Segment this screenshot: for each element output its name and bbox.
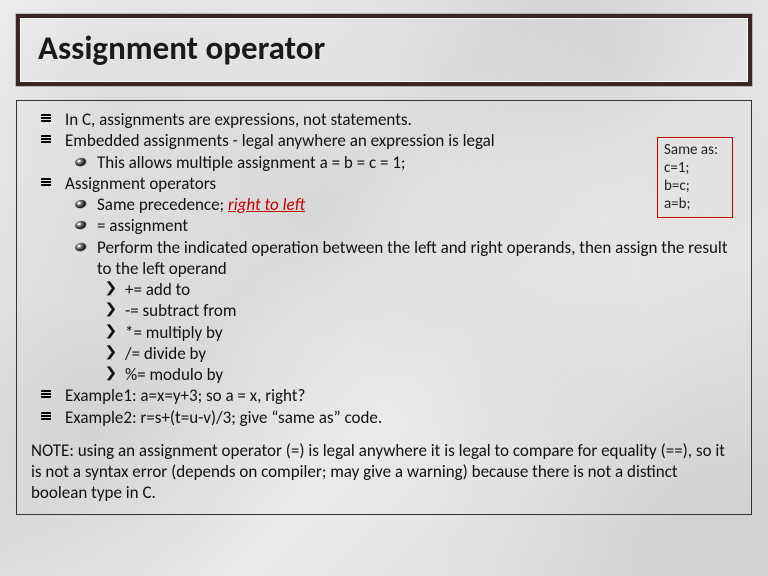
bullet-item: -= subtract from bbox=[97, 300, 737, 321]
note-paragraph: NOTE: using an assignment operator (=) i… bbox=[31, 440, 737, 504]
content-frame: Same as: c=1; b=c; a=b; In C, assignment… bbox=[16, 100, 752, 515]
slide-title: Assignment operator bbox=[38, 28, 730, 68]
bullet-list: In C, assignments are expressions, not s… bbox=[31, 109, 737, 428]
bullet-item: Example1: a=x=y+3; so a = x, right? bbox=[31, 385, 737, 406]
bullet-item: /= divide by bbox=[97, 343, 737, 364]
bullet-item: Perform the indicated operation between … bbox=[65, 237, 737, 386]
bullet-item: %= modulo by bbox=[97, 364, 737, 385]
bullet-item: = assignment bbox=[65, 215, 737, 236]
bullet-item: Assignment operators Same precedence; ri… bbox=[31, 173, 737, 386]
bullet-text: Perform the indicated operation between … bbox=[97, 237, 728, 279]
title-frame: Assignment operator bbox=[16, 14, 752, 86]
bullet-item: Example2: r=s+(t=u-v)/3; give “same as” … bbox=[31, 407, 737, 428]
bullet-item: In C, assignments are expressions, not s… bbox=[31, 109, 737, 130]
bullet-item: *= multiply by bbox=[97, 322, 737, 343]
bullet-item: Embedded assignments - legal anywhere an… bbox=[31, 130, 737, 173]
bullet-item: This allows multiple assignment a = b = … bbox=[65, 152, 737, 173]
bullet-text: Assignment operators bbox=[65, 173, 216, 194]
bullet-item: Same precedence; right to left bbox=[65, 194, 737, 215]
right-to-left-emphasis: right to left bbox=[228, 194, 305, 215]
bullet-text: Same precedence; bbox=[97, 194, 228, 215]
bullet-text: Embedded assignments - legal anywhere an… bbox=[65, 130, 495, 151]
bullet-item: += add to bbox=[97, 279, 737, 300]
